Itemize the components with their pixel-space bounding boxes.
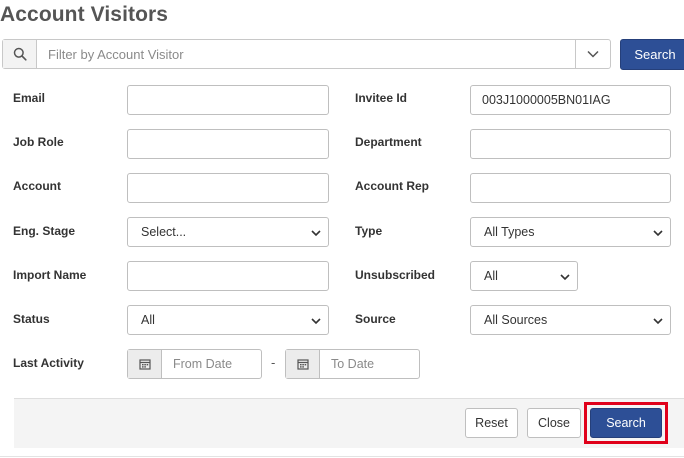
- calendar-icon[interactable]: [286, 350, 320, 378]
- chevron-down-icon[interactable]: [575, 40, 610, 68]
- eng-stage-value: Select...: [141, 225, 187, 239]
- chevron-down-icon: [311, 230, 321, 237]
- import-name-field[interactable]: [127, 261, 329, 291]
- last-activity-label: Last Activity: [13, 356, 84, 370]
- account-label: Account: [13, 179, 61, 193]
- date-separator: -: [271, 355, 276, 370]
- account-field[interactable]: [127, 173, 329, 203]
- job-role-field[interactable]: [127, 129, 329, 159]
- email-field[interactable]: [127, 85, 329, 115]
- unsubscribed-label: Unsubscribed: [355, 268, 436, 282]
- invitee-id-field[interactable]: 003J1000005BN01IAG: [470, 85, 671, 115]
- to-date-group[interactable]: To Date: [285, 349, 420, 379]
- type-value: All Types: [484, 225, 535, 239]
- status-select[interactable]: All: [127, 305, 329, 335]
- type-select[interactable]: All Types: [470, 217, 671, 247]
- chevron-down-icon: [311, 318, 321, 325]
- chevron-down-icon: [653, 318, 663, 325]
- filter-bar: Filter by Account Visitor: [2, 39, 611, 69]
- filter-input[interactable]: Filter by Account Visitor: [37, 40, 575, 68]
- department-label: Department: [355, 135, 422, 149]
- job-role-label: Job Role: [13, 135, 64, 149]
- close-button[interactable]: Close: [527, 408, 581, 438]
- account-rep-field[interactable]: [470, 173, 671, 203]
- type-label: Type: [355, 224, 383, 238]
- to-date-input[interactable]: To Date: [320, 350, 374, 378]
- page-title: Account Visitors: [0, 3, 169, 26]
- search-button[interactable]: Search: [590, 408, 662, 438]
- department-field[interactable]: [470, 129, 671, 159]
- import-name-label: Import Name: [13, 268, 87, 282]
- eng-stage-select[interactable]: Select...: [127, 217, 329, 247]
- account-rep-label: Account Rep: [355, 179, 430, 193]
- from-date-input[interactable]: From Date: [162, 350, 232, 378]
- unsubscribed-value: All: [484, 269, 498, 283]
- filter-search-button[interactable]: Search: [620, 39, 684, 70]
- eng-stage-label: Eng. Stage: [13, 224, 76, 238]
- reset-button[interactable]: Reset: [465, 408, 518, 438]
- email-label: Email: [13, 91, 46, 105]
- invitee-id-label: Invitee Id: [355, 91, 408, 105]
- unsubscribed-select[interactable]: All: [470, 261, 578, 291]
- from-date-group[interactable]: From Date: [127, 349, 262, 379]
- search-icon: [3, 40, 37, 68]
- status-value: All: [141, 313, 155, 327]
- divider: [0, 456, 684, 457]
- source-value: All Sources: [484, 313, 548, 327]
- source-select[interactable]: All Sources: [470, 305, 671, 335]
- chevron-down-icon: [560, 274, 570, 281]
- status-label: Status: [13, 312, 50, 326]
- chevron-down-icon: [653, 230, 663, 237]
- calendar-icon[interactable]: [128, 350, 162, 378]
- source-label: Source: [355, 312, 396, 326]
